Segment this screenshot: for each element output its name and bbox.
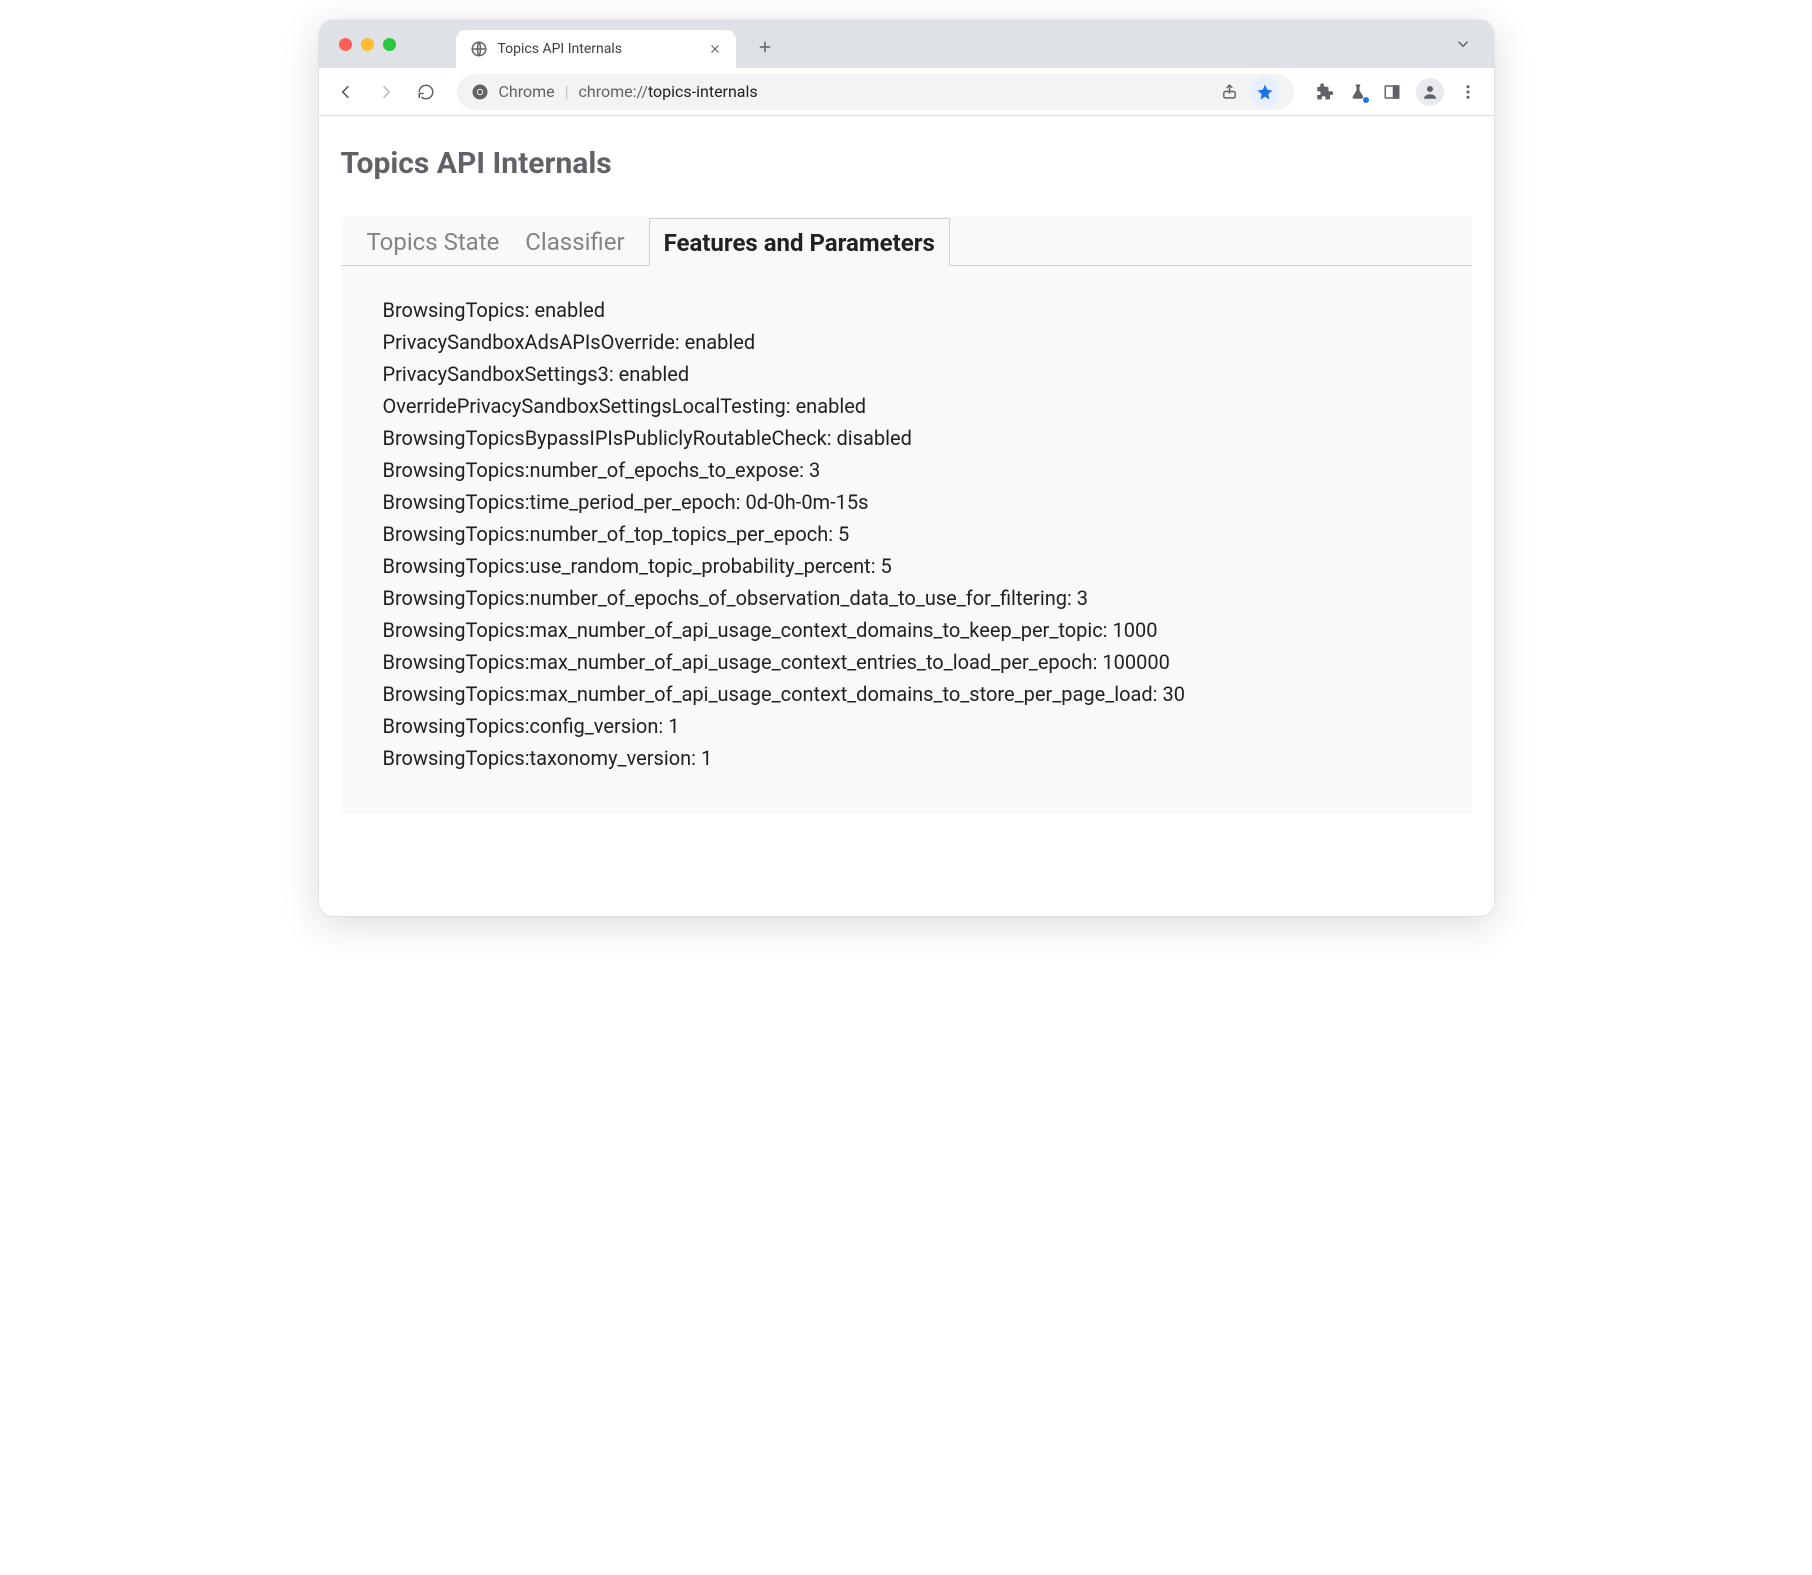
- feature-row: BrowsingTopicsBypassIPIsPubliclyRoutable…: [383, 422, 1472, 454]
- page-title: Topics API Internals: [341, 146, 1472, 181]
- address-bar[interactable]: Chrome | chrome://topics-internals: [457, 74, 1294, 110]
- minimize-window-button[interactable]: [361, 38, 374, 51]
- tabs-row: Topics State Classifier Features and Par…: [341, 217, 1472, 266]
- feature-row: BrowsingTopics:number_of_epochs_of_obser…: [383, 582, 1472, 614]
- features-list: BrowsingTopics: enabled PrivacySandboxAd…: [341, 266, 1472, 774]
- window-controls: [339, 38, 396, 51]
- tab-features-and-parameters[interactable]: Features and Parameters: [649, 218, 950, 266]
- address-separator: |: [565, 82, 569, 101]
- feature-row: OverridePrivacySandboxSettingsLocalTesti…: [383, 390, 1472, 422]
- tab-topics-state[interactable]: Topics State: [367, 218, 500, 266]
- feature-row: BrowsingTopics:max_number_of_api_usage_c…: [383, 678, 1472, 710]
- main-panel: Topics State Classifier Features and Par…: [341, 217, 1472, 814]
- bookmark-button[interactable]: [1250, 77, 1280, 107]
- globe-icon: [470, 40, 488, 58]
- feature-row: BrowsingTopics:number_of_epochs_to_expos…: [383, 454, 1472, 486]
- page-content: Topics API Internals Topics State Classi…: [319, 116, 1494, 916]
- toolbar-actions: [1314, 78, 1478, 106]
- extensions-icon[interactable]: [1314, 82, 1334, 102]
- tab-title: Topics API Internals: [498, 41, 698, 57]
- share-icon[interactable]: [1221, 83, 1238, 100]
- labs-icon[interactable]: [1348, 82, 1368, 102]
- address-path: topics-internals: [648, 82, 758, 101]
- address-prefix: Chrome: [499, 82, 555, 101]
- address-scheme: chrome://: [579, 82, 648, 101]
- close-window-button[interactable]: [339, 38, 352, 51]
- feature-row: BrowsingTopics:max_number_of_api_usage_c…: [383, 646, 1472, 678]
- feature-row: PrivacySandboxSettings3: enabled: [383, 358, 1472, 390]
- new-tab-button[interactable]: [750, 32, 780, 62]
- menu-icon[interactable]: [1458, 82, 1478, 102]
- feature-row: BrowsingTopics:use_random_topic_probabil…: [383, 550, 1472, 582]
- close-tab-icon[interactable]: [708, 42, 722, 56]
- feature-row: BrowsingTopics:max_number_of_api_usage_c…: [383, 614, 1472, 646]
- browser-window: Topics API Internals Chrome |: [319, 20, 1494, 916]
- side-panel-icon[interactable]: [1382, 82, 1402, 102]
- back-button[interactable]: [329, 75, 363, 109]
- feature-row: BrowsingTopics:number_of_top_topics_per_…: [383, 518, 1472, 550]
- profile-avatar[interactable]: [1416, 78, 1444, 106]
- forward-button[interactable]: [369, 75, 403, 109]
- feature-row: BrowsingTopics:time_period_per_epoch: 0d…: [383, 486, 1472, 518]
- chrome-icon: [471, 83, 489, 101]
- feature-row: BrowsingTopics:config_version: 1: [383, 710, 1472, 742]
- tab-strip: Topics API Internals: [319, 20, 1494, 68]
- feature-row: BrowsingTopics: enabled: [383, 294, 1472, 326]
- tab-search-button[interactable]: [1454, 35, 1472, 53]
- feature-row: PrivacySandboxAdsAPIsOverride: enabled: [383, 326, 1472, 358]
- maximize-window-button[interactable]: [383, 38, 396, 51]
- tab-classifier[interactable]: Classifier: [525, 218, 624, 266]
- reload-button[interactable]: [409, 75, 443, 109]
- toolbar: Chrome | chrome://topics-internals: [319, 68, 1494, 116]
- feature-row: BrowsingTopics:taxonomy_version: 1: [383, 742, 1472, 774]
- browser-tab[interactable]: Topics API Internals: [456, 30, 736, 68]
